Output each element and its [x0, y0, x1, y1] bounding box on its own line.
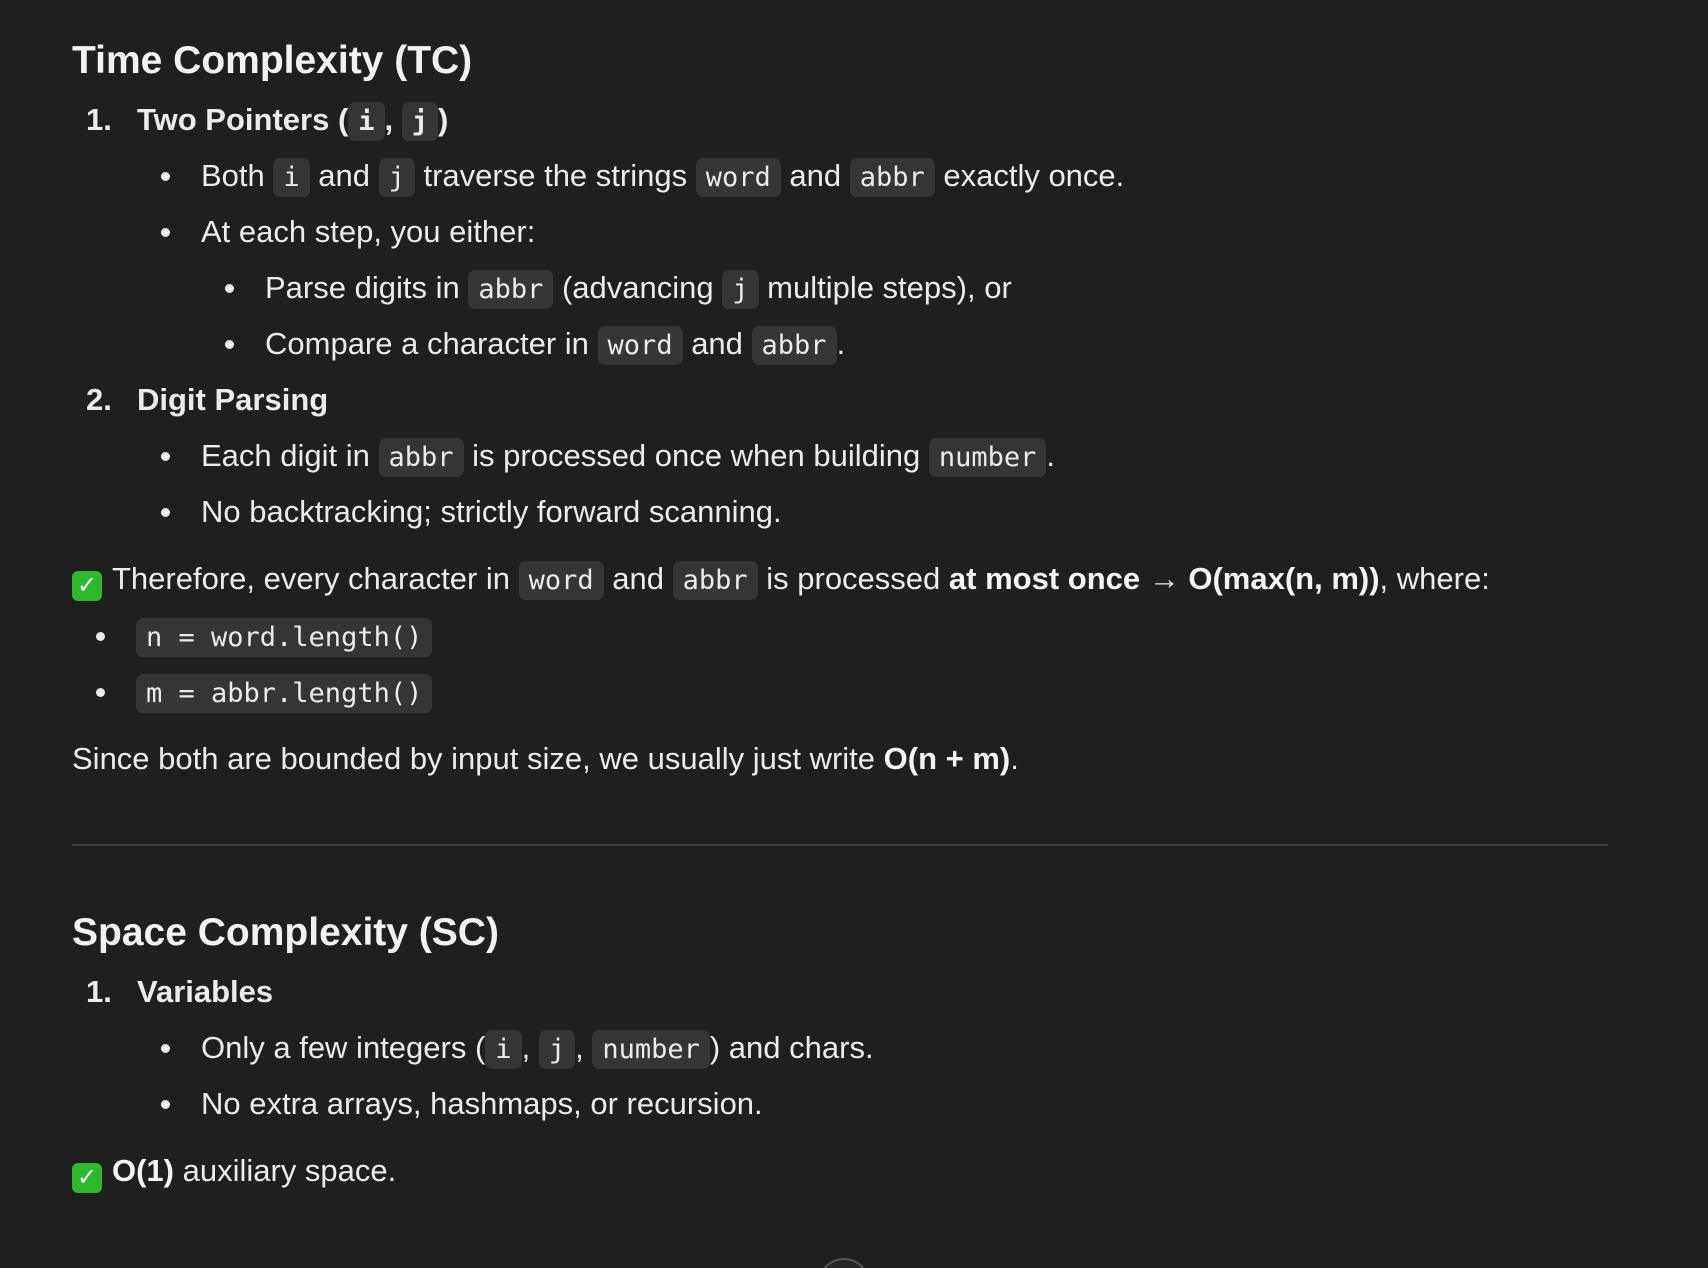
list-item: Each digit in abbr is processed once whe…	[72, 428, 1612, 484]
list-item: m = abbr.length()	[72, 664, 1612, 720]
tc-final: Since both are bounded by input size, we…	[72, 741, 1019, 776]
code-j: j	[722, 270, 759, 309]
code-i: i	[348, 102, 385, 141]
code-number: number	[928, 438, 1047, 477]
code-j: j	[538, 1030, 576, 1069]
code-abbr: abbr	[468, 270, 554, 309]
code-word: word	[518, 561, 604, 600]
bullet-icon	[161, 228, 170, 237]
bullet-icon	[161, 1100, 170, 1109]
scroll-down-button[interactable]	[818, 1258, 870, 1268]
code-n-def: n = word.length()	[136, 618, 433, 657]
list-item: Both i and j traverse the strings word a…	[72, 148, 1612, 204]
bullet-icon	[225, 340, 234, 349]
list-number: 1.	[86, 102, 112, 137]
bullet-icon	[225, 284, 234, 293]
tc-conclusion: ✓ Therefore, every character in word and …	[72, 550, 1612, 608]
code-word: word	[597, 326, 683, 365]
tc-item-2: 2. Digit Parsing	[72, 372, 1612, 428]
check-icon: ✓	[72, 1163, 102, 1193]
list-number: 1.	[86, 974, 112, 1009]
code-abbr: abbr	[378, 438, 464, 477]
code-i: i	[485, 1030, 522, 1069]
list-item: Parse digits in abbr (advancing j multip…	[72, 260, 1612, 316]
sc-conclusion: ✓ O(1) auxiliary space.	[72, 1142, 1612, 1200]
bullet-icon	[161, 172, 170, 181]
code-abbr: abbr	[751, 326, 837, 365]
list-number: 2.	[86, 382, 112, 417]
sc-item-1-title: Variables	[137, 974, 274, 1009]
title-text: )	[438, 102, 449, 137]
code-word: word	[695, 158, 781, 197]
code-j: j	[401, 102, 439, 141]
bullet-icon	[161, 1044, 170, 1053]
tc-item-1-title: Two Pointers (i, j)	[137, 92, 448, 150]
comma: ,	[384, 102, 394, 137]
code-number: number	[592, 1030, 710, 1069]
list-item: Only a few integers (i, j, number) and c…	[72, 1020, 1612, 1076]
code-abbr: abbr	[672, 561, 758, 600]
bullet-icon	[96, 688, 105, 697]
code-j: j	[378, 158, 415, 197]
code-abbr: abbr	[849, 158, 935, 197]
message-content: Time Complexity (TC) 1. Two Pointers (i,…	[72, 30, 1612, 1200]
tc-heading: Time Complexity (TC)	[72, 39, 473, 82]
check-icon: ✓	[72, 571, 102, 601]
code-m-def: m = abbr.length()	[136, 674, 433, 713]
list-item: No extra arrays, hashmaps, or recursion.	[72, 1076, 1612, 1132]
list-item: n = word.length()	[72, 608, 1612, 664]
bullet-icon	[96, 632, 105, 641]
code-i: i	[273, 158, 310, 197]
title-text: Two Pointers (	[137, 102, 349, 137]
sc-heading: Space Complexity (SC)	[72, 911, 499, 954]
section-divider	[72, 844, 1608, 846]
tc-item-2-title: Digit Parsing	[137, 382, 329, 417]
sc-item-1: 1. Variables	[72, 964, 1612, 1020]
list-item: No backtracking; strictly forward scanni…	[72, 484, 1612, 540]
bullet-icon	[161, 508, 170, 517]
list-item: Compare a character in word and abbr.	[72, 316, 1612, 372]
list-item: At each step, you either:	[72, 204, 1612, 260]
bullet-icon	[161, 452, 170, 461]
tc-item-1: 1. Two Pointers (i, j)	[72, 92, 1612, 148]
